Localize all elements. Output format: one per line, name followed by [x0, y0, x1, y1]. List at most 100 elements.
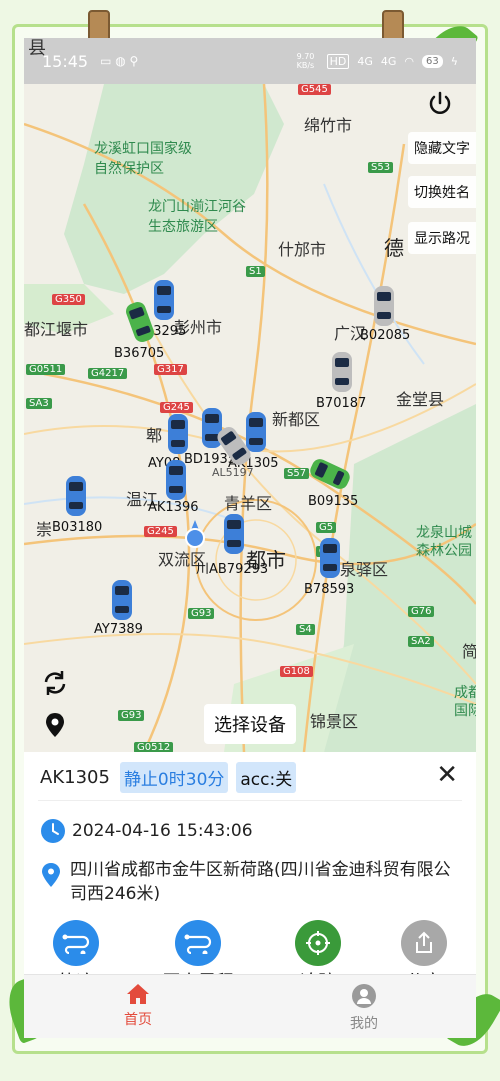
- road-badge: G0512: [134, 742, 174, 752]
- select-device-button[interactable]: 选择设备: [204, 704, 296, 744]
- road-badge: G545: [298, 84, 331, 95]
- road-badge: S1: [246, 266, 265, 277]
- road-badge: SA3: [26, 398, 52, 409]
- history-icon: [175, 920, 221, 966]
- place-label: 绵竹市: [304, 116, 353, 135]
- vehicle-info-header: AK1305 静止0时30分 acc:关: [40, 762, 297, 793]
- switch-name-button[interactable]: 切换姓名: [408, 176, 476, 208]
- close-icon[interactable]: ✕: [436, 760, 458, 790]
- status-notification-icons: ▭ ◍ ⚲: [100, 54, 139, 68]
- user-icon: [352, 984, 376, 1008]
- track-icon: [53, 920, 99, 966]
- place-label: 德: [384, 236, 404, 260]
- place-label: 龙门山湔江河谷: [148, 199, 246, 215]
- vehicle-label: AY7389: [94, 622, 143, 637]
- location-pin-icon[interactable]: [40, 710, 70, 740]
- battery-indicator: 63: [422, 54, 443, 68]
- hide-text-button[interactable]: 隐藏文字: [408, 132, 476, 164]
- vehicle-label: AL5197: [212, 466, 254, 479]
- place-label: 自然保护区: [94, 161, 164, 177]
- acc-badge: acc:关: [236, 762, 297, 793]
- hd-badge: HD: [326, 53, 350, 69]
- place-label: 简: [462, 642, 476, 661]
- place-label: 龙溪虹口国家级: [94, 141, 192, 157]
- road-badge: G350: [52, 294, 85, 305]
- place-label: 锦景区: [310, 712, 359, 731]
- car-icon: [374, 286, 394, 326]
- share-icon: [401, 920, 447, 966]
- road-badge: G76: [408, 606, 435, 617]
- road-badge: G108: [280, 666, 313, 677]
- place-label: 成都: [454, 685, 476, 701]
- show-traffic-button[interactable]: 显示路况: [408, 222, 476, 254]
- place-label: 国际: [454, 703, 476, 719]
- road-badge: S53: [368, 162, 394, 173]
- vehicle-label: B09135: [308, 494, 359, 509]
- status-badge: 静止0时30分: [119, 762, 229, 793]
- vehicle-label: B36705: [114, 346, 165, 361]
- datetime-row: 2024-04-16 15:43:06: [40, 818, 253, 844]
- place-label: 什邡市: [278, 240, 327, 259]
- car-icon: [166, 460, 186, 500]
- address-text: 四川省成都市金牛区新荷路(四川省金迪科贸有限公司西246米): [70, 860, 451, 904]
- current-location-icon: [185, 520, 205, 548]
- tab-home-label: 首页: [124, 1012, 152, 1028]
- road-badge: G93: [118, 710, 145, 721]
- charging-icon: ϟ: [450, 54, 458, 68]
- place-label: 都江堰市: [24, 320, 89, 339]
- vehicle-label: 川AB79293: [196, 562, 269, 577]
- power-icon[interactable]: [426, 90, 454, 118]
- road-badge: G0511: [26, 364, 66, 375]
- address-row: 四川省成都市金牛区新荷路(四川省金迪科贸有限公司西246米): [40, 858, 460, 906]
- status-time: 15:45: [42, 51, 89, 71]
- place-label: 森林公园: [416, 543, 472, 559]
- vehicle-label: B70187: [316, 396, 367, 411]
- vehicle-label: B02085: [360, 328, 411, 343]
- car-icon: [66, 476, 86, 516]
- divider: [38, 800, 462, 801]
- tab-mine[interactable]: 我的: [324, 983, 404, 1033]
- car-icon: [154, 280, 174, 320]
- place-label: 金堂县: [396, 390, 445, 409]
- car-icon: [224, 514, 244, 554]
- clock-icon: [41, 819, 65, 843]
- vehicle-label: B03180: [52, 520, 103, 535]
- road-badge: S4: [296, 624, 315, 635]
- road-badge: G245: [144, 526, 177, 537]
- phone-screen: 15:45 ▭ ◍ ⚲ 9.70 KB/s HD 4G 4G ◠ 63 ϟ 县: [24, 38, 476, 1038]
- place-label: 新都区: [272, 410, 321, 429]
- vehicle-label: B78593: [304, 582, 355, 597]
- refresh-icon[interactable]: [40, 668, 70, 698]
- signal-4g-2: 4G: [380, 54, 397, 68]
- map-view[interactable]: 绵竹市 龙溪虹口国家级 自然保护区 龙门山湔江河谷 生态旅游区 什邡市 德 彭州…: [24, 84, 476, 752]
- car-icon: [332, 352, 352, 392]
- place-label: 青羊区: [224, 494, 273, 513]
- home-icon: [127, 984, 149, 1004]
- datetime-text: 2024-04-16 15:43:06: [72, 821, 253, 841]
- road-badge: G4217: [88, 368, 128, 379]
- place-label: 龙泉山城: [416, 525, 472, 541]
- status-bar: 15:45 ▭ ◍ ⚲ 9.70 KB/s HD 4G 4G ◠ 63 ϟ: [24, 38, 476, 84]
- map-pin-icon: [42, 863, 60, 887]
- place-label: 崇: [36, 520, 53, 539]
- target-icon: [295, 920, 341, 966]
- road-badge: SA2: [408, 636, 434, 647]
- top-left-fragment: 县: [28, 38, 46, 59]
- tab-home[interactable]: 首页: [98, 983, 178, 1029]
- place-label: 郫: [146, 426, 163, 445]
- road-badge: G317: [154, 364, 187, 375]
- place-label: 生态旅游区: [148, 219, 218, 235]
- wifi-icon: ◠: [404, 54, 414, 68]
- car-icon: [112, 580, 132, 620]
- vehicle-label: AK1396: [148, 500, 199, 515]
- network-speed: 9.70 KB/s: [296, 52, 315, 70]
- car-icon: [320, 538, 340, 578]
- status-right: 9.70 KB/s HD 4G 4G ◠ 63 ϟ: [297, 52, 458, 70]
- bottom-tab-bar: 首页 我的: [24, 974, 476, 1038]
- vehicle-plate: AK1305: [40, 767, 110, 788]
- car-icon: [168, 414, 188, 454]
- road-badge: G5: [316, 522, 337, 533]
- place-label: 泉驿区: [340, 560, 389, 579]
- signal-4g-1: 4G: [357, 54, 373, 68]
- road-badge: G93: [188, 608, 215, 619]
